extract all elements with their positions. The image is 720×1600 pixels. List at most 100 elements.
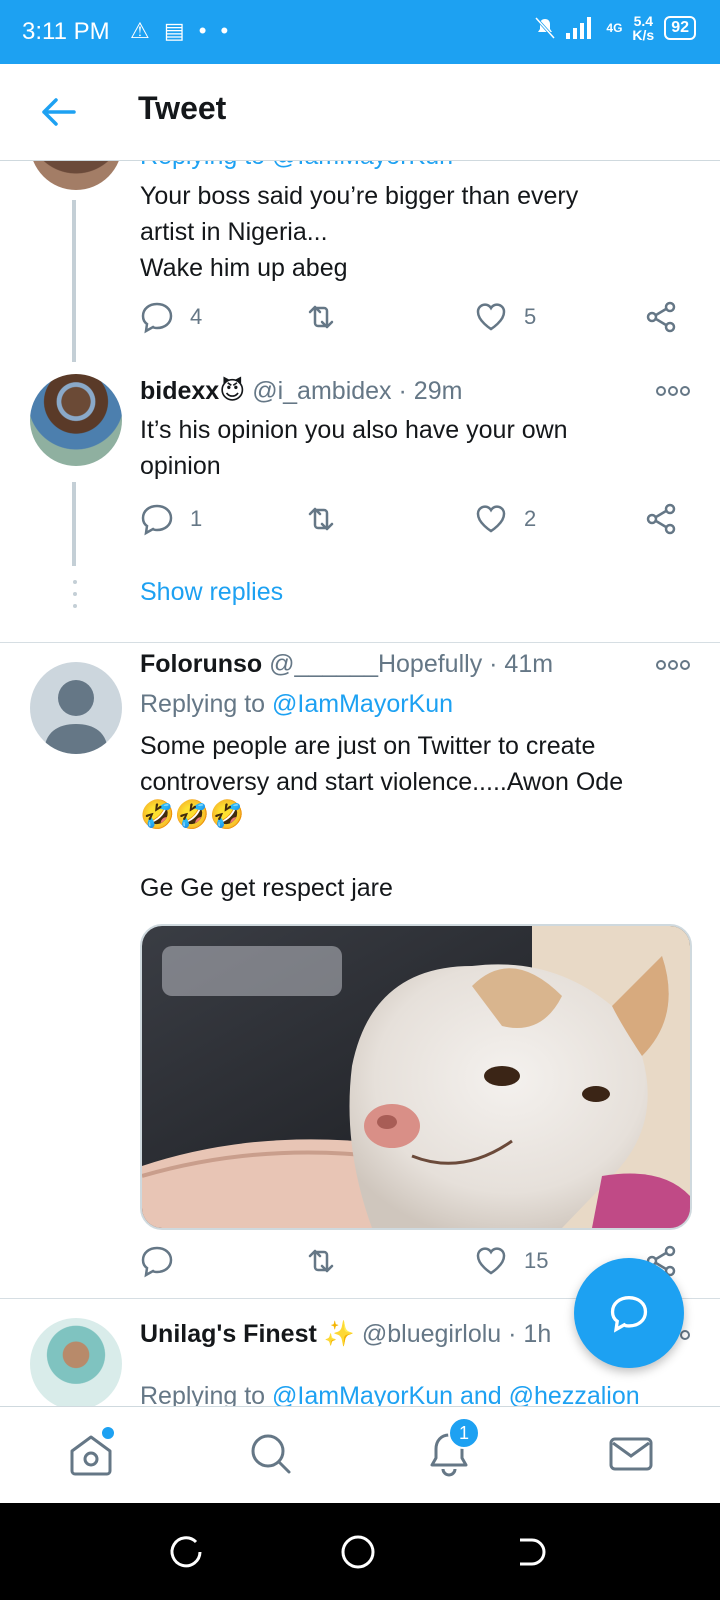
mail-icon: [609, 1437, 653, 1471]
tweet-line: It’s his opinion you also have your own: [140, 416, 568, 444]
tweet-line: Your boss said you’re bigger than every: [140, 182, 579, 210]
reply-feed[interactable]: Replying to @IamMayorKun Your boss said …: [0, 160, 720, 1406]
tweet-text: Ge Ge get respect jare: [140, 874, 393, 902]
tweet-text: Some people are just on Twitter to creat…: [140, 728, 623, 800]
reply-icon: [141, 302, 173, 334]
more-options-icon[interactable]: [656, 658, 690, 672]
handle[interactable]: @bluegirlolu: [362, 1320, 501, 1348]
tweet-actions: 4 5: [140, 300, 690, 340]
emoji-row: 🤣🤣🤣: [140, 799, 245, 830]
nav-notifications[interactable]: 1: [424, 1417, 480, 1479]
notification-icons: ⚠ ▤ • •: [130, 18, 233, 43]
avatar[interactable]: [30, 662, 122, 754]
status-right: 4G 5.4 K/s 92: [534, 14, 696, 42]
like-action[interactable]: 5: [474, 300, 536, 334]
mute-bell-icon: [535, 16, 556, 40]
tweet-line: artist in Nigeria...: [140, 218, 328, 246]
reply-icon: [141, 1246, 173, 1278]
show-replies-link[interactable]: Show replies: [140, 578, 283, 607]
reply-count: 1: [190, 506, 203, 531]
tweet-line: opinion: [140, 452, 221, 480]
heart-icon: [476, 1247, 506, 1275]
replying-prefix: Replying to: [140, 1382, 273, 1406]
retweet-action[interactable]: [304, 300, 338, 334]
tweet-actions: 1 2: [140, 502, 690, 542]
dog-photo: [142, 926, 690, 1228]
retweet-icon: [308, 1249, 334, 1273]
network-speed: 5.4 K/s: [632, 14, 654, 42]
speed-value: 5.4: [633, 13, 654, 29]
reply-action[interactable]: [140, 1244, 174, 1278]
default-avatar-icon: [44, 680, 108, 754]
tweet-media-image[interactable]: [140, 924, 692, 1230]
network-type: 4G: [606, 21, 623, 35]
replying-to-link[interactable]: @IamMayorKun: [272, 690, 453, 718]
tweet-line: Some people are just on Twitter to creat…: [140, 732, 596, 760]
reply-bubble-icon: [610, 1296, 648, 1333]
back-arrow-icon[interactable]: [38, 92, 78, 132]
avatar[interactable]: [30, 1318, 122, 1406]
thread-line: [72, 482, 76, 566]
sparkles-emoji: ✨: [323, 1320, 355, 1348]
nav-search[interactable]: [246, 1429, 296, 1479]
bottom-navigation: 1: [0, 1406, 720, 1503]
timestamp: · 1h: [508, 1320, 552, 1348]
share-action[interactable]: [644, 502, 678, 536]
home-unread-dot: [100, 1425, 116, 1441]
more-options-icon[interactable]: [656, 384, 690, 398]
handle[interactable]: @i_ambidex: [252, 377, 391, 405]
reply-icon: [141, 504, 173, 536]
tweet-header: bidexx😈 @i_ambidex · 29m: [140, 376, 462, 406]
timestamp: · 41m: [489, 650, 554, 678]
signal-icon: [566, 17, 592, 39]
speed-unit: K/s: [632, 27, 655, 43]
tweet-header: Folorunso @______Hopefully · 41m: [140, 650, 553, 679]
heart-icon: [476, 505, 506, 533]
share-icon: [646, 503, 676, 535]
replying-to: Replying to @IamMayorKun: [140, 690, 453, 719]
retweet-action[interactable]: [304, 502, 338, 536]
handle[interactable]: @______Hopefully: [269, 650, 482, 678]
home-circle-icon[interactable]: [340, 1534, 376, 1570]
compose-reply-button[interactable]: [574, 1258, 684, 1368]
retweet-icon: [308, 507, 334, 531]
display-name[interactable]: Folorunso: [140, 650, 262, 678]
replying-prefix: Replying to: [140, 690, 273, 718]
like-count: 2: [524, 506, 537, 531]
top-app-bar: Tweet: [0, 64, 720, 161]
battery-icon: 92: [664, 16, 696, 40]
share-action[interactable]: [644, 300, 678, 334]
retweet-action[interactable]: [304, 1244, 338, 1278]
replying-to: Replying to @IamMayorKun and @hezzalion: [140, 1382, 640, 1406]
recents-icon[interactable]: [168, 1534, 204, 1570]
nav-messages[interactable]: [606, 1429, 656, 1479]
page-title: Tweet: [138, 90, 227, 126]
search-icon: [251, 1434, 291, 1474]
reply-count: 4: [190, 304, 203, 329]
share-icon: [646, 301, 676, 333]
like-action[interactable]: 15: [474, 1244, 548, 1278]
notifications-badge: 1: [448, 1417, 480, 1449]
thread-line: [72, 200, 76, 362]
tweet-line: Wake him up abeg: [140, 254, 348, 282]
nav-home[interactable]: [66, 1425, 116, 1479]
like-action[interactable]: 2: [474, 502, 536, 536]
tweet-header: Unilag's Finest ✨ @bluegirlolu · 1h: [140, 1320, 551, 1349]
tweet-text: Your boss said you’re bigger than every …: [140, 178, 578, 286]
timestamp: · 29m: [398, 377, 463, 405]
replying-to-link[interactable]: @IamMayorKun and @hezzalion: [272, 1382, 640, 1406]
display-name[interactable]: Unilag's Finest: [140, 1320, 317, 1348]
avatar[interactable]: [30, 374, 122, 466]
avatar[interactable]: [30, 160, 122, 190]
reply-action[interactable]: 4: [140, 300, 202, 334]
thread-dots: [73, 580, 77, 616]
like-count: 15: [524, 1248, 549, 1273]
status-bar: 3:11 PM ⚠ ▤ • • 4G 5.4 K/s 92: [0, 0, 720, 64]
status-time: 3:11 PM: [22, 18, 110, 45]
display-name[interactable]: bidexx😈: [140, 377, 245, 405]
back-gesture-icon[interactable]: [512, 1534, 548, 1570]
like-count: 5: [524, 304, 537, 329]
heart-icon: [476, 303, 506, 331]
reply-action[interactable]: 1: [140, 502, 202, 536]
replying-to[interactable]: Replying to @IamMayorKun: [140, 160, 453, 171]
